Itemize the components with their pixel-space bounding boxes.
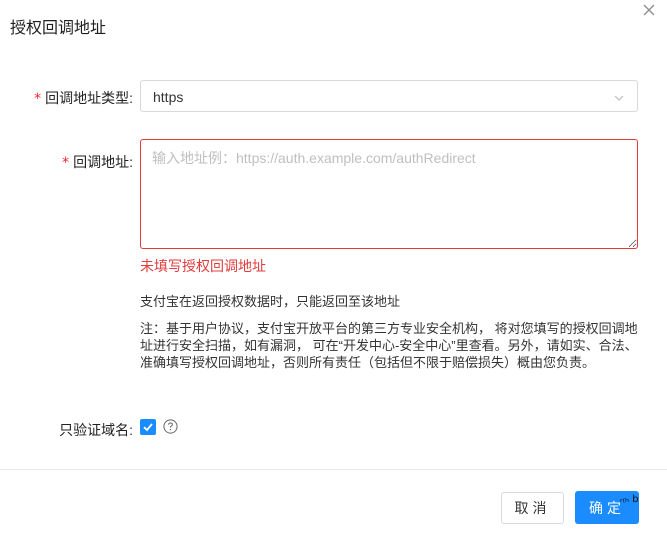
callback-address-label: 回调地址:	[73, 154, 133, 170]
callback-type-value: https	[153, 89, 184, 105]
callback-type-label: 回调地址类型:	[45, 90, 133, 106]
callback-address-error: 未填写授权回调地址	[140, 258, 266, 274]
domain-only-label: 只验证域名:	[59, 422, 133, 438]
help-circle-icon[interactable]	[163, 419, 178, 434]
callback-type-select[interactable]: https	[140, 80, 638, 112]
overlay-badge: ᵣ₍ₕ b	[620, 494, 639, 505]
footer-divider	[0, 469, 667, 470]
check-icon	[143, 423, 153, 432]
close-icon[interactable]	[641, 2, 657, 18]
domain-only-checkbox[interactable]	[140, 419, 156, 435]
security-scan-notice: 注：基于用户协议，支付宝开放平台的第三方专业安全机构， 将对您填写的授权回调地址…	[140, 321, 638, 370]
dialog-title: 授权回调地址	[10, 20, 107, 37]
return-address-tip: 支付宝在返回授权数据时，只能返回至该地址	[140, 294, 401, 309]
chevron-down-icon	[613, 91, 625, 103]
callback-type-label-row: * 回调地址类型:	[34, 88, 133, 108]
authorize-callback-dialog: 授权回调地址 *回调地址类型: https *回调地址: 未填写授权回调地址 支…	[0, 0, 667, 535]
cancel-button[interactable]: 取消	[501, 492, 564, 524]
callback-address-input[interactable]	[140, 139, 638, 249]
required-mark: *	[62, 155, 70, 171]
required-mark: *	[34, 91, 42, 107]
callback-address-label-row: * 回调地址:	[62, 152, 133, 172]
